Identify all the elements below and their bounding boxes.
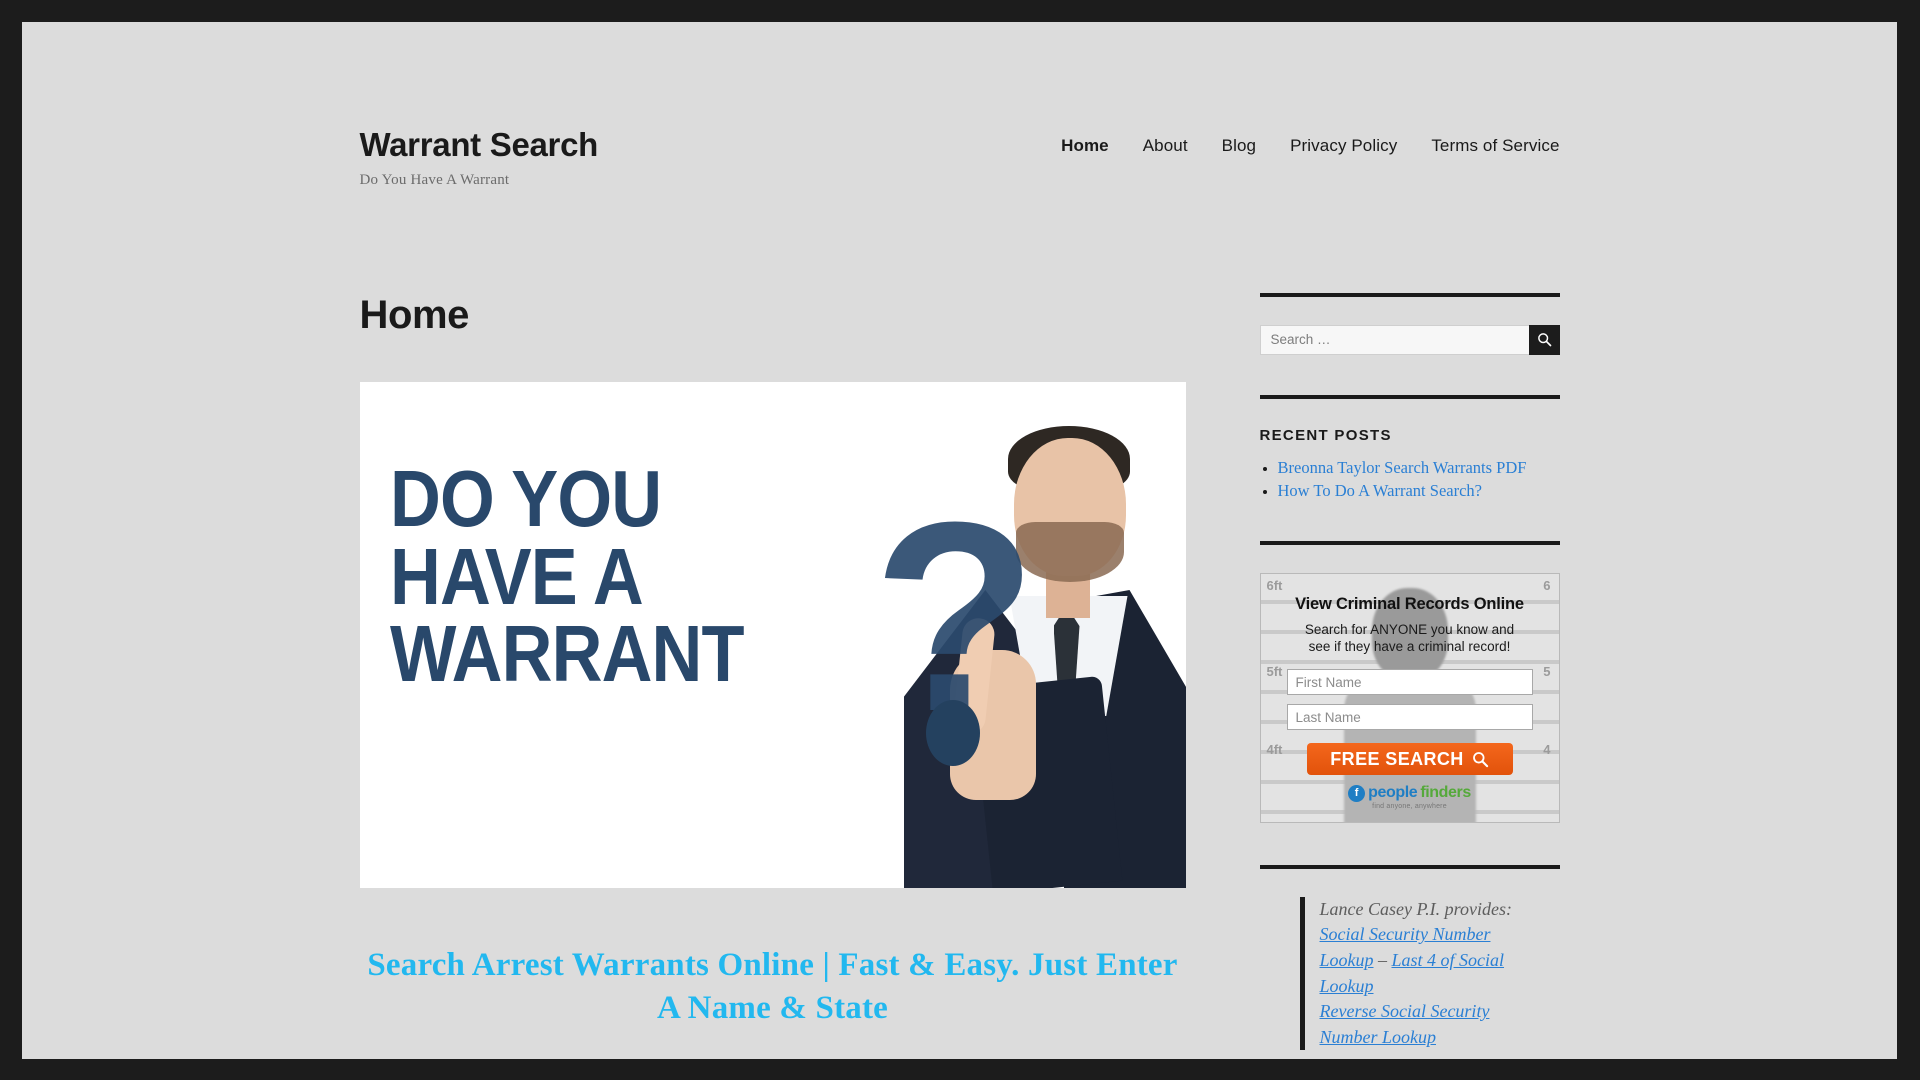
- site-branding: Warrant Search Do You Have A Warrant: [360, 122, 599, 189]
- sidebar: RECENT POSTS Breonna Taylor Search Warra…: [1259, 292, 1560, 1059]
- recent-post-link-1[interactable]: Breonna Taylor Search Warrants PDF: [1278, 458, 1527, 477]
- nav-item-home[interactable]: Home: [1061, 136, 1109, 156]
- ad-last-name-input[interactable]: [1286, 704, 1533, 731]
- services-blockquote: Lance Casey P.I. provides: Social Securi…: [1299, 896, 1520, 1051]
- widget-search: [1259, 292, 1560, 355]
- widget-recent-posts: RECENT POSTS Breonna Taylor Search Warra…: [1259, 394, 1560, 501]
- main-content: Home ? DO YOU HAVE A WARRANT Search Arre…: [359, 292, 1186, 1059]
- recent-posts-title: RECENT POSTS: [1259, 426, 1392, 444]
- widget-services-quote: Lance Casey P.I. provides: Social Securi…: [1259, 864, 1560, 1051]
- nav-link-about[interactable]: About: [1143, 136, 1188, 155]
- widget-divider: [1259, 394, 1560, 399]
- free-search-button[interactable]: FREE SEARCH: [1306, 743, 1513, 776]
- ad-subtitle: Search for ANYONE you know and see if th…: [1305, 621, 1514, 656]
- primary-navigation: Home About Blog Privacy Policy Terms of: [1061, 122, 1559, 156]
- fingertip-dot: [925, 699, 980, 766]
- peoplefinders-brand-part-2: finders: [1420, 784, 1471, 802]
- site-header: Warrant Search Do You Have A Warrant Hom…: [360, 122, 1560, 189]
- content-wrapper: Warrant Search Do You Have A Warrant Hom…: [359, 22, 1560, 1059]
- recent-posts-list: Breonna Taylor Search Warrants PDF How T…: [1260, 458, 1560, 501]
- nav-item-about[interactable]: About: [1143, 136, 1188, 156]
- list-item[interactable]: How To Do A Warrant Search?: [1278, 481, 1560, 501]
- list-item[interactable]: Breonna Taylor Search Warrants PDF: [1278, 458, 1560, 478]
- nav-link-privacy-policy[interactable]: Privacy Policy: [1290, 136, 1397, 155]
- nav-item-terms-of-service[interactable]: Terms of Service: [1431, 136, 1559, 156]
- search-icon: [1537, 333, 1551, 347]
- ad-overlay: View Criminal Records Online Search for …: [1261, 574, 1559, 822]
- peoplefinders-logo-row: f people finders: [1348, 784, 1471, 802]
- recent-post-link-2[interactable]: How To Do A Warrant Search?: [1278, 481, 1483, 500]
- free-search-label: FREE SEARCH: [1330, 748, 1464, 769]
- ad-first-name-input[interactable]: [1286, 669, 1533, 696]
- quote-separator: –: [1373, 950, 1392, 971]
- widget-divider: [1259, 292, 1560, 297]
- hero-line-3: WARRANT: [389, 609, 744, 699]
- ad-subtitle-line-1: Search for ANYONE you know and: [1304, 621, 1515, 637]
- body-row: Home ? DO YOU HAVE A WARRANT Search Arre…: [359, 292, 1560, 1059]
- peoplefinders-tagline: find anyone, anywhere: [1372, 803, 1447, 811]
- peoplefinders-mark-icon: f: [1348, 784, 1366, 802]
- page-canvas: Warrant Search Do You Have A Warrant Hom…: [22, 22, 1897, 1059]
- search-icon: [1472, 752, 1488, 768]
- search-submit-button[interactable]: [1528, 324, 1560, 355]
- services-paragraph: Lance Casey P.I. provides: Social Securi…: [1320, 897, 1520, 1050]
- widget-criminal-records-ad: 6ft 6 5ft 5 4ft 4 View Criminal Records …: [1259, 540, 1560, 823]
- widget-divider: [1259, 864, 1560, 869]
- ad-title: View Criminal Records Online: [1295, 594, 1524, 613]
- browser-frame: Warrant Search Do You Have A Warrant Hom…: [0, 0, 1920, 1080]
- widget-divider: [1259, 540, 1560, 545]
- criminal-records-ad[interactable]: 6ft 6 5ft 5 4ft 4 View Criminal Records …: [1259, 572, 1560, 823]
- search-input[interactable]: [1259, 324, 1529, 355]
- nav-item-blog[interactable]: Blog: [1222, 136, 1256, 156]
- peoplefinders-logo: f people finders find anyone, anywhere: [1348, 784, 1471, 810]
- hero-image[interactable]: ? DO YOU HAVE A WARRANT: [359, 381, 1186, 888]
- peoplefinders-brand-part-1: people: [1368, 784, 1418, 802]
- ad-subtitle-line-2: see if they have a criminal record!: [1308, 639, 1511, 655]
- site-description: Do You Have A Warrant: [359, 171, 510, 188]
- page-title: Home: [359, 292, 470, 337]
- nav-list: Home About Blog Privacy Policy Terms of: [1061, 136, 1559, 156]
- search-form: [1259, 324, 1560, 355]
- hero-headline: DO YOU HAVE A WARRANT: [389, 453, 883, 699]
- businessman-fingertip-layer: [866, 382, 1186, 888]
- nav-item-privacy-policy[interactable]: Privacy Policy: [1290, 136, 1397, 156]
- nav-link-terms-of-service[interactable]: Terms of Service: [1431, 136, 1559, 155]
- entry-heading: Search Arrest Warrants Online | Fast & E…: [367, 946, 1178, 1026]
- hero-line-1: DO YOU: [389, 453, 662, 543]
- nav-link-home[interactable]: Home: [1061, 136, 1109, 155]
- site-title[interactable]: Warrant Search: [360, 126, 599, 164]
- hero-line-2: HAVE A: [389, 531, 644, 621]
- services-intro: Lance Casey P.I. provides:: [1319, 898, 1512, 919]
- nav-link-blog[interactable]: Blog: [1222, 136, 1256, 155]
- link-reverse-social-security-number-lookup[interactable]: Reverse Social Security Number Lookup: [1320, 1001, 1490, 1047]
